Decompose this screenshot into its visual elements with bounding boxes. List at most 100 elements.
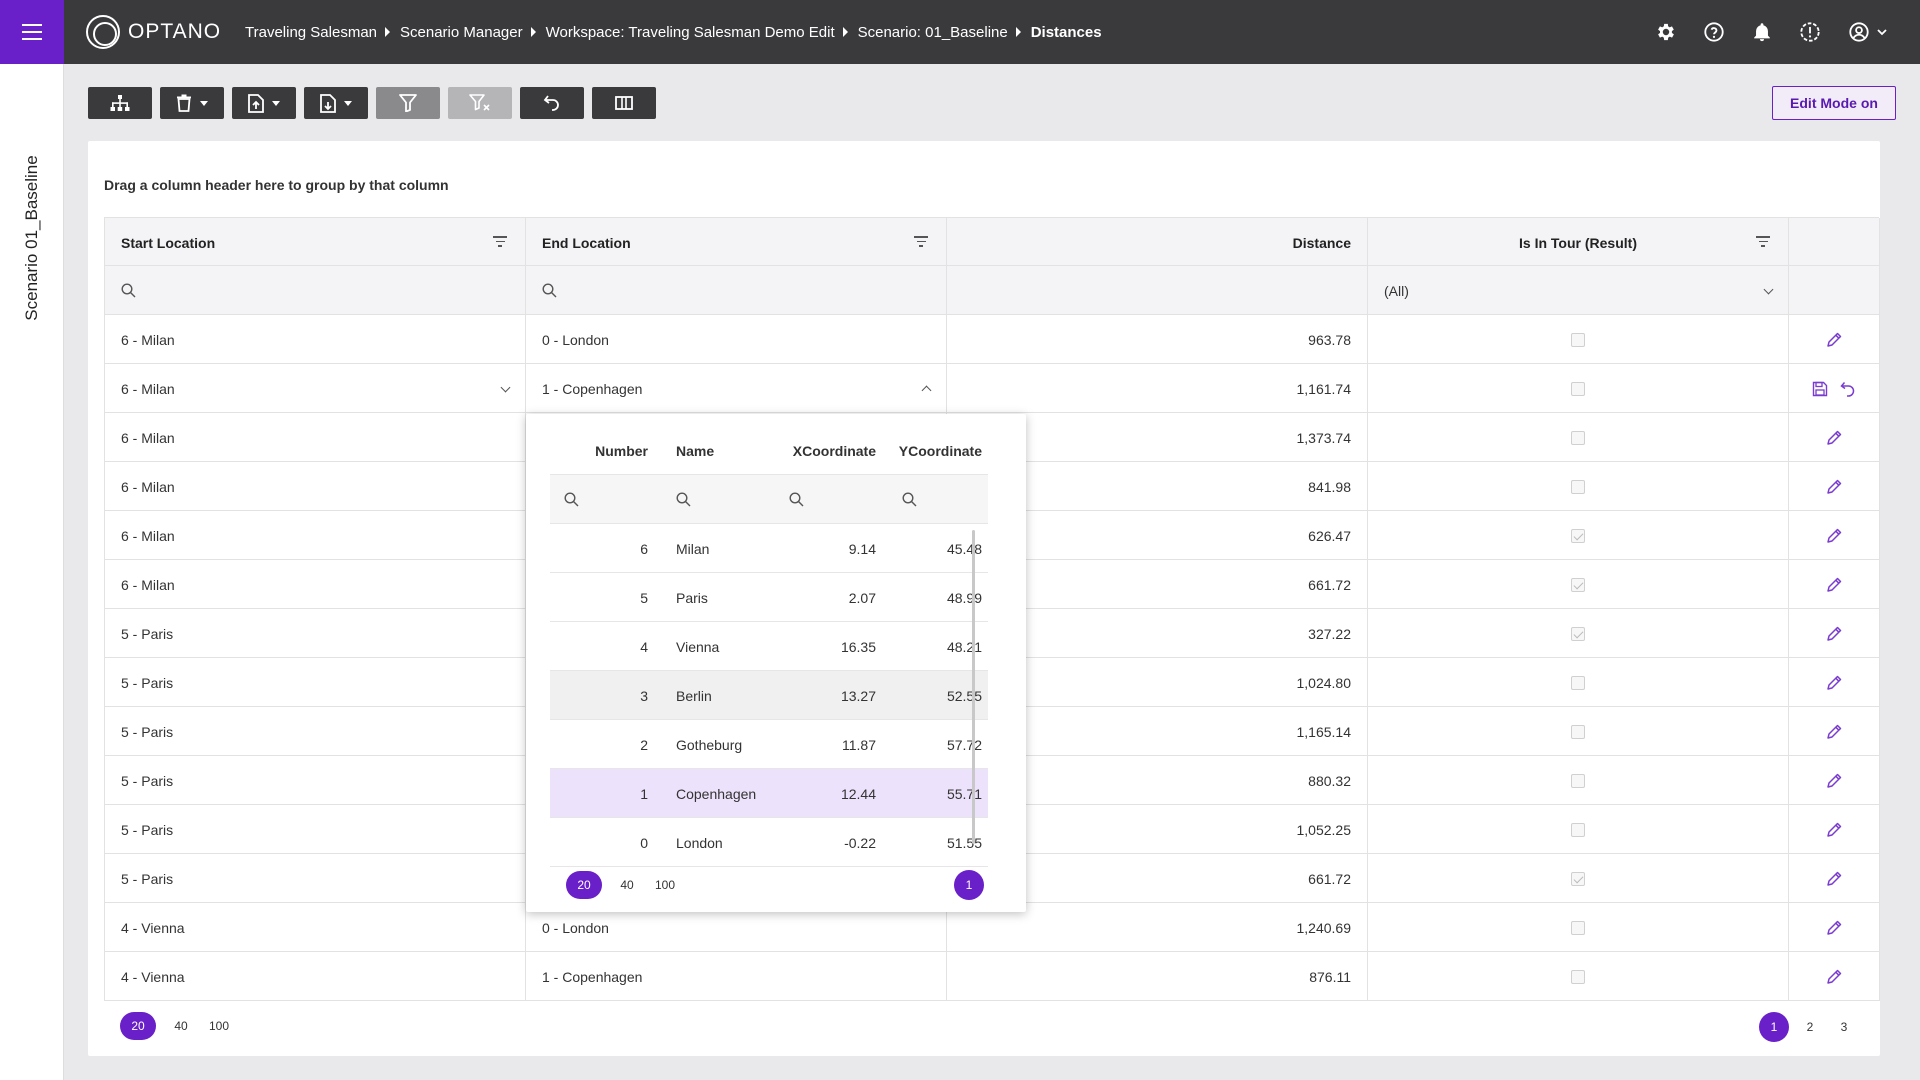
alert-icon[interactable] [1798, 20, 1822, 44]
lookup-page-size-40[interactable]: 40 [614, 871, 640, 899]
edit-row-button[interactable] [1788, 560, 1880, 609]
lookup-column-number[interactable]: Number [550, 426, 648, 475]
edit-row-button[interactable] [1788, 658, 1880, 707]
start-location-filter-input[interactable] [104, 266, 525, 315]
page-size-100[interactable]: 100 [206, 1012, 232, 1040]
start-location-cell[interactable]: 5 - Paris [104, 854, 525, 903]
page-3-button[interactable]: 3 [1831, 1013, 1857, 1041]
start-location-cell[interactable]: 5 - Paris [104, 658, 525, 707]
undo-button[interactable] [520, 87, 584, 119]
edit-row-button[interactable] [1788, 756, 1880, 805]
column-header-actions [1788, 218, 1880, 267]
undo-icon[interactable] [1840, 381, 1856, 397]
lookup-scrollbar[interactable] [972, 530, 975, 844]
edit-row-button[interactable] [1788, 903, 1880, 952]
start-location-cell[interactable]: 6 - Milan [104, 413, 525, 462]
bell-icon[interactable] [1750, 20, 1774, 44]
cell-text: 1,161.74 [1296, 380, 1352, 397]
start-location-cell[interactable]: 6 - Milan [104, 560, 525, 609]
chevron-up-icon[interactable] [921, 385, 932, 396]
start-location-cell[interactable]: 6 - Milan [104, 511, 525, 560]
clear-filter-button[interactable] [448, 87, 512, 119]
edit-row-button[interactable] [1788, 511, 1880, 560]
lookup-row[interactable]: 4 Vienna 16.35 48.21 [550, 622, 988, 671]
end-location-cell[interactable]: 1 - Copenhagen [525, 952, 946, 1001]
breadcrumb-item-workspace[interactable]: Workspace: Traveling Salesman Demo Edit [546, 24, 835, 41]
lookup-page-size-100[interactable]: 100 [652, 871, 678, 899]
app-logo[interactable]: OPTANO [86, 14, 221, 50]
lookup-row[interactable]: 3 Berlin 13.27 52.55 [550, 671, 988, 720]
column-filter-icon[interactable] [1756, 236, 1770, 248]
edit-row-button[interactable] [1788, 707, 1880, 756]
edit-row-button[interactable] [1788, 315, 1880, 364]
page-2-button[interactable]: 2 [1797, 1013, 1823, 1041]
edit-row-button[interactable] [1788, 805, 1880, 854]
page-size-40[interactable]: 40 [168, 1012, 194, 1040]
start-location-cell[interactable]: 5 - Paris [104, 756, 525, 805]
start-location-cell[interactable]: 5 - Paris [104, 707, 525, 756]
breadcrumb-item-scenario-manager[interactable]: Scenario Manager [400, 24, 523, 41]
menu-button[interactable] [0, 0, 64, 64]
search-icon [676, 492, 691, 507]
lookup-page-1-button[interactable]: 1 [954, 870, 984, 900]
column-header-start-location[interactable]: Start Location [104, 218, 525, 267]
column-header-end-location[interactable]: End Location [525, 218, 946, 267]
import-dropdown-button[interactable] [232, 87, 296, 119]
breadcrumb-item-traveling-salesman[interactable]: Traveling Salesman [245, 24, 377, 41]
is-in-tour-cell [1367, 413, 1788, 462]
hierarchy-button[interactable] [88, 87, 152, 119]
edit-row-button[interactable] [1788, 609, 1880, 658]
edit-row-button[interactable] [1788, 462, 1880, 511]
export-dropdown-button[interactable] [304, 87, 368, 119]
chevron-down-icon[interactable] [500, 382, 511, 393]
table-row: 4 - Vienna 1 - Copenhagen 876.11 [104, 952, 1880, 1001]
name-search-input[interactable] [676, 475, 691, 524]
lookup-column-name[interactable]: Name [676, 426, 776, 475]
breadcrumb-item-scenario[interactable]: Scenario: 01_Baseline [858, 24, 1008, 41]
edit-row-button[interactable] [1788, 413, 1880, 462]
lookup-row[interactable]: 5 Paris 2.07 48.99 [550, 573, 988, 622]
delete-dropdown-button[interactable] [160, 87, 224, 119]
end-location-cell[interactable]: 1 - Copenhagen [525, 364, 946, 413]
lookup-row[interactable]: 1 Copenhagen 12.44 55.71 [550, 769, 988, 818]
save-icon[interactable] [1812, 381, 1828, 397]
lookup-column-x[interactable]: XCoordinate [776, 426, 876, 475]
end-location-filter-input[interactable] [525, 266, 946, 315]
lookup-row[interactable]: 2 Gotheburg 11.87 57.72 [550, 720, 988, 769]
edit-mode-button[interactable]: Edit Mode on [1772, 86, 1896, 120]
filter-toggle-button[interactable] [376, 87, 440, 119]
edit-row-button[interactable] [1788, 952, 1880, 1001]
start-location-cell[interactable]: 4 - Vienna [104, 903, 525, 952]
start-location-cell[interactable]: 4 - Vienna [104, 952, 525, 1001]
edit-row-button[interactable] [1788, 854, 1880, 903]
start-location-cell[interactable]: 6 - Milan [104, 364, 525, 413]
distance-cell[interactable]: 963.78 [946, 315, 1367, 364]
lookup-page-size-20[interactable]: 20 [566, 871, 602, 899]
start-location-cell[interactable]: 5 - Paris [104, 609, 525, 658]
start-location-cell[interactable]: 6 - Milan [104, 315, 525, 364]
lookup-column-y[interactable]: YCoordinate [888, 426, 982, 475]
x-search-input[interactable] [789, 475, 804, 524]
pencil-icon [1827, 773, 1842, 788]
page-1-button[interactable]: 1 [1759, 1012, 1789, 1042]
column-header-distance[interactable]: Distance [946, 218, 1367, 267]
number-search-input[interactable] [564, 475, 579, 524]
lookup-row[interactable]: 6 Milan 9.14 45.48 [550, 524, 988, 573]
columns-button[interactable] [592, 87, 656, 119]
y-search-input[interactable] [902, 475, 917, 524]
start-location-cell[interactable]: 6 - Milan [104, 462, 525, 511]
distance-cell[interactable]: 1,161.74 [946, 364, 1367, 413]
column-filter-icon[interactable] [493, 236, 507, 248]
page-size-20[interactable]: 20 [120, 1012, 156, 1040]
cell-text: 5 - Paris [121, 674, 174, 691]
is-in-tour-filter-select[interactable]: (All) [1367, 266, 1788, 315]
account-icon[interactable] [1846, 20, 1890, 44]
start-location-cell[interactable]: 5 - Paris [104, 805, 525, 854]
end-location-cell[interactable]: 0 - London [525, 315, 946, 364]
help-icon[interactable] [1702, 20, 1726, 44]
column-header-is-in-tour[interactable]: Is In Tour (Result) [1367, 218, 1788, 267]
lookup-row[interactable]: 0 London -0.22 51.55 [550, 818, 988, 867]
column-filter-icon[interactable] [914, 236, 928, 248]
distance-cell[interactable]: 876.11 [946, 952, 1367, 1001]
gear-icon[interactable] [1654, 20, 1678, 44]
